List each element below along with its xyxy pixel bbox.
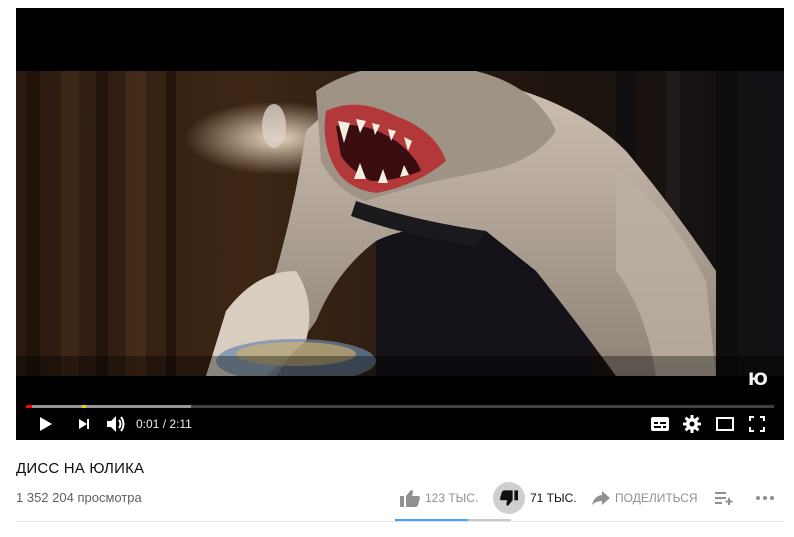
share-arrow-icon [592,491,610,505]
video-still-image [16,71,784,376]
view-count: 1 352 204 просмотра [16,490,142,505]
progress-marker [82,405,86,408]
progress-bar[interactable] [26,405,774,408]
current-time: 0:01 [136,417,160,431]
thumbs-up-icon [400,490,420,507]
thumbs-down-icon [500,489,518,506]
player-controls: 0:01 / 2:11 [16,409,784,440]
video-frame[interactable] [16,71,784,376]
next-icon [79,419,89,429]
theater-mode-button[interactable] [711,411,739,437]
play-icon [40,417,52,431]
channel-watermark[interactable]: Ю [748,370,768,390]
play-button[interactable] [32,411,60,437]
share-label: ПОДЕЛИТЬСЯ [615,491,698,505]
dislike-count: 71 ТЫС. [530,491,577,505]
theater-mode-icon [716,417,734,431]
divider [16,521,784,522]
subtitles-icon [651,417,669,431]
volume-icon [107,416,125,432]
video-player[interactable]: Ю 0:01 / 2:11 [16,8,784,440]
next-button[interactable] [70,411,98,437]
video-title: ДИСС НА ЮЛИКА [16,460,145,477]
dislike-button[interactable]: 71 ТЫС. [493,482,577,514]
playlist-add-icon [715,492,733,505]
progress-played [26,405,32,408]
fullscreen-icon [749,416,765,432]
video-actions: 123 ТЫС. 71 ТЫС. ПОДЕЛИТЬСЯ [395,482,785,518]
more-horizontal-icon [756,496,774,500]
gear-icon [683,415,701,433]
time-display: 0:01 / 2:11 [136,417,192,431]
share-button[interactable]: ПОДЕЛИТЬСЯ [592,482,698,514]
duration: 2:11 [169,417,192,431]
more-actions-button[interactable] [755,482,775,514]
like-button[interactable]: 123 ТЫС. [400,482,478,514]
dislike-highlight [493,482,525,514]
settings-button[interactable] [678,411,706,437]
fullscreen-button[interactable] [743,411,771,437]
volume-button[interactable] [102,411,130,437]
progress-buffered [26,405,191,408]
like-count: 123 ТЫС. [425,491,479,505]
subtitles-button[interactable] [646,411,674,437]
add-to-playlist-button[interactable] [715,482,733,514]
